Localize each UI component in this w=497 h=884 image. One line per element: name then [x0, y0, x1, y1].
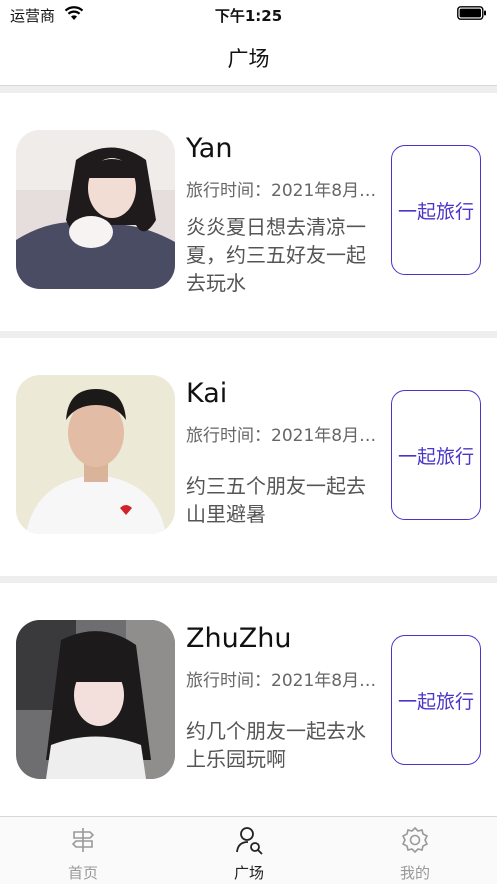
post-description: 炎炎夏日想去清凉一夏，约三五好友一起去玩水 [186, 215, 366, 295]
page-title: 广场 [227, 47, 270, 71]
avatar-photo-zhuzhu [16, 620, 175, 779]
post-list[interactable]: Yan 旅行时间：2021年8月… 炎炎夏日想去清凉一夏，约三五好友一起去玩水 … [0, 86, 497, 816]
avatar-photo-kai [16, 375, 175, 534]
section-divider [0, 86, 497, 93]
post-description: 约几个朋友一起去水上乐园玩啊 [186, 719, 366, 771]
user-name: Yan [186, 133, 233, 164]
tab-square[interactable]: 广场 [166, 817, 332, 884]
tab-home[interactable]: 首页 [0, 817, 166, 884]
post-description: 约三五个朋友一起去山里避暑 [186, 474, 366, 526]
avatar-photo-yan [16, 130, 175, 289]
battery-icon [457, 6, 486, 20]
post-card[interactable]: ZhuZhu 旅行时间：2021年8月… 约几个朋友一起去水上乐园玩啊 一起旅行 [0, 583, 497, 816]
tab-mine[interactable]: 我的 [332, 817, 497, 884]
post-card[interactable]: Yan 旅行时间：2021年8月… 炎炎夏日想去清凉一夏，约三五好友一起去玩水 … [0, 93, 497, 331]
join-travel-button[interactable]: 一起旅行 [391, 390, 481, 520]
user-name: Kai [186, 378, 228, 409]
tab-bar: 首页 广场 我的 [0, 816, 497, 884]
user-name: ZhuZhu [186, 623, 292, 654]
travel-time: 旅行时间：2021年8月… [186, 426, 377, 446]
status-bar: 运营商 下午1:25 [0, 0, 497, 30]
join-travel-button[interactable]: 一起旅行 [391, 145, 481, 275]
tab-label: 首页 [67, 864, 98, 882]
section-divider [0, 331, 497, 338]
travel-time: 旅行时间：2021年8月… [186, 671, 377, 691]
navigation-bar: 广场 [0, 30, 497, 86]
join-travel-button[interactable]: 一起旅行 [391, 635, 481, 765]
section-divider [0, 576, 497, 583]
clock: 下午1:25 [214, 7, 283, 25]
avatar[interactable] [16, 620, 175, 779]
avatar[interactable] [16, 375, 175, 534]
person-search-icon [236, 827, 263, 855]
travel-time: 旅行时间：2021年8月… [186, 181, 377, 201]
post-card[interactable]: Kai 旅行时间：2021年8月… 约三五个朋友一起去山里避暑 一起旅行 [0, 338, 497, 576]
gear-icon [401, 826, 429, 854]
signpost-icon [71, 828, 95, 852]
tab-label: 我的 [399, 864, 430, 882]
avatar[interactable] [16, 130, 175, 289]
tab-label: 广场 [233, 864, 264, 882]
